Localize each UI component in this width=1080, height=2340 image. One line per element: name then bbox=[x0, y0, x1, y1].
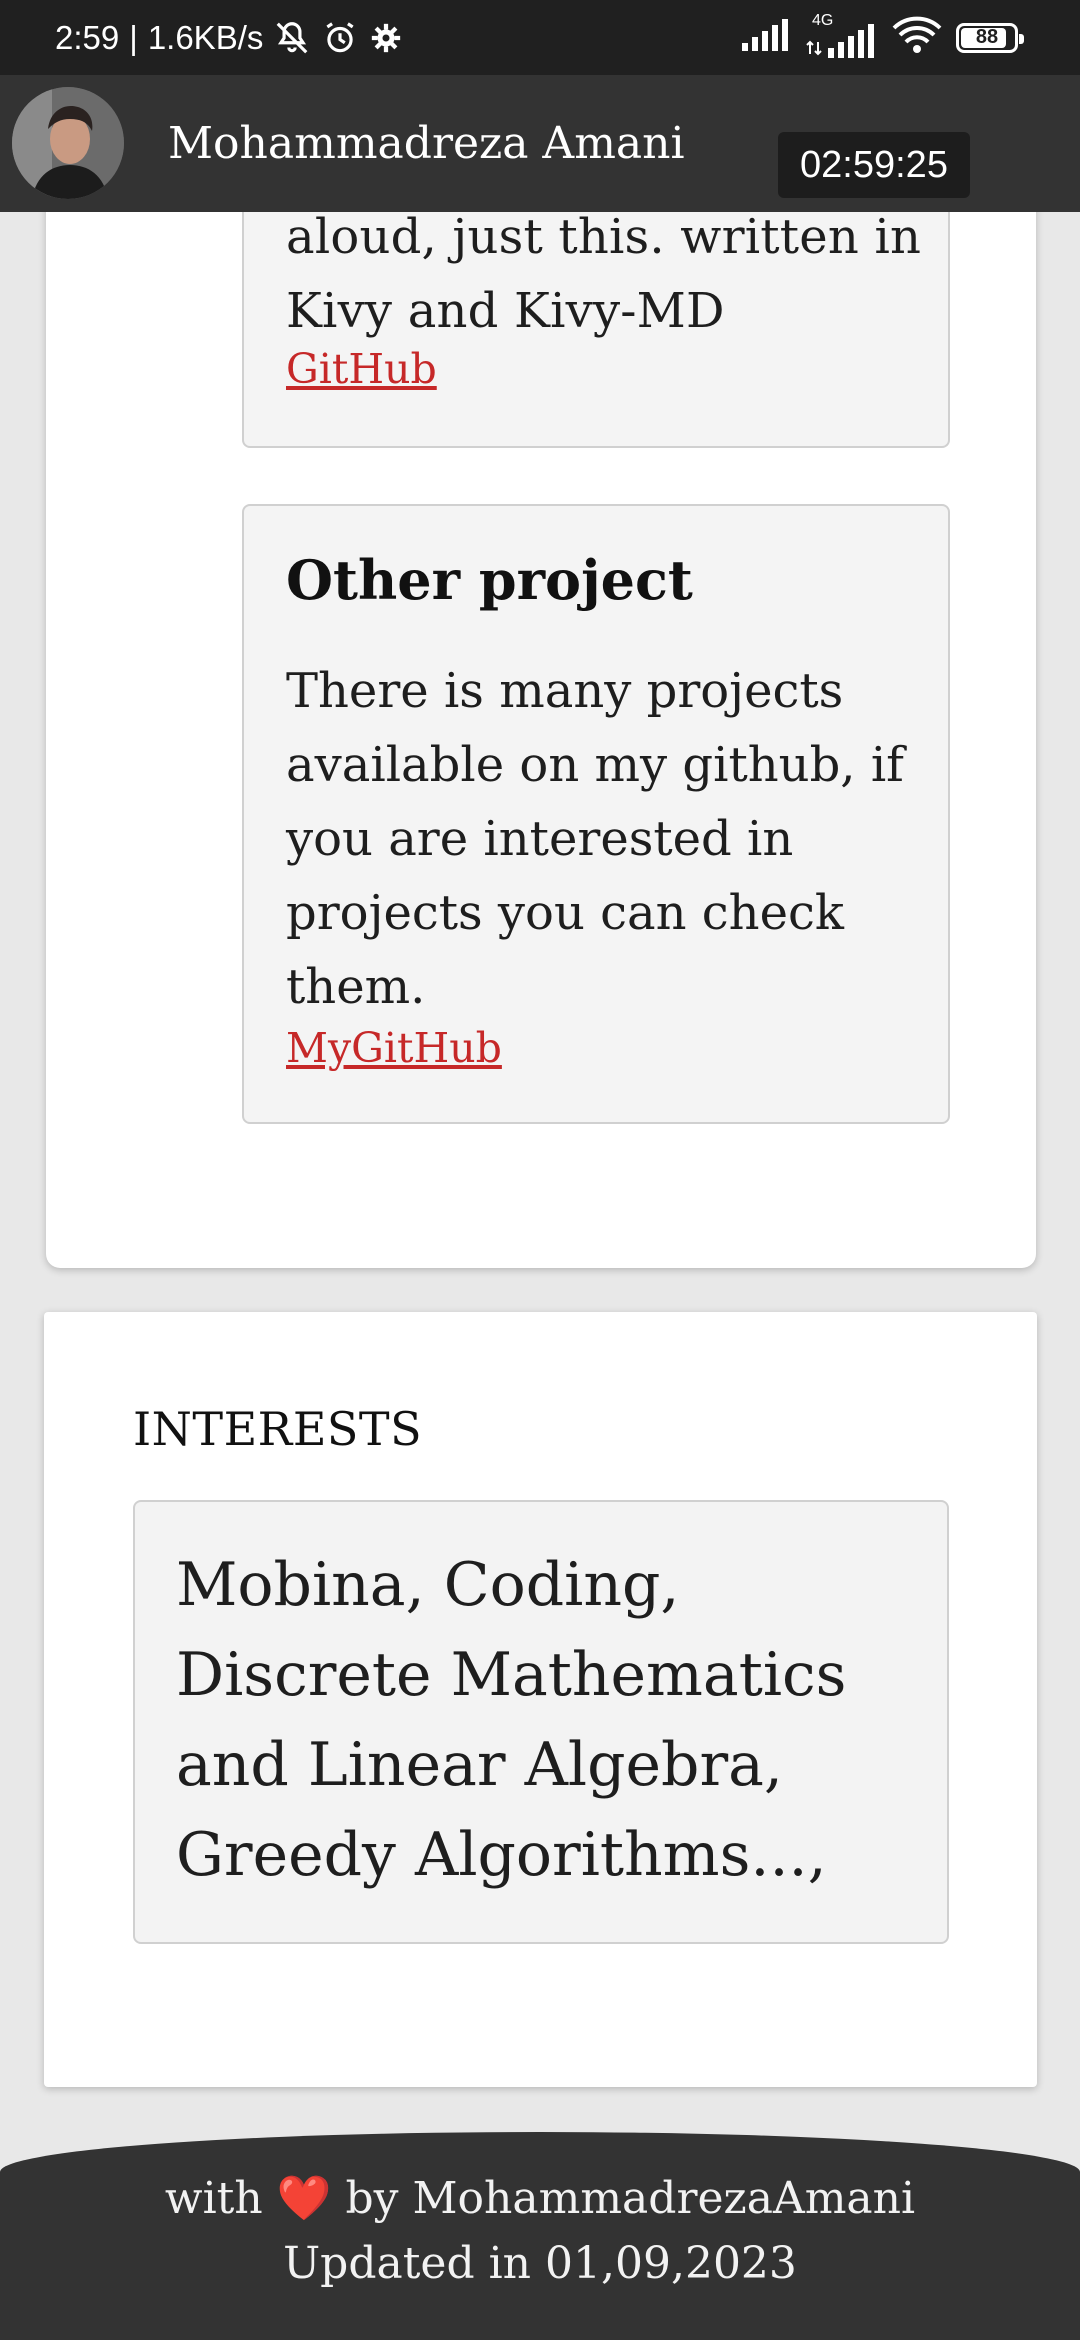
status-bar: 2:59 | 1.6KB/s 4G 88 bbox=[0, 0, 1080, 75]
network-type-label: 4G bbox=[812, 11, 834, 29]
battery-level: 88 bbox=[975, 26, 999, 48]
battery-tip bbox=[1019, 33, 1024, 44]
settings-gear-icon bbox=[369, 21, 403, 55]
clock-display: 02:59:25 bbox=[778, 132, 970, 198]
signal-icon bbox=[742, 19, 792, 56]
status-right: 4G 88 bbox=[742, 0, 1024, 75]
status-separator: | bbox=[129, 18, 138, 56]
page-title: Mohammadreza Amani bbox=[168, 118, 685, 169]
avatar-photo bbox=[12, 87, 124, 199]
app-header: Mohammadreza Amani 02:59:25 bbox=[0, 75, 1080, 212]
project-description-previous: aloud, just this. written in Kivy and Ki… bbox=[286, 200, 946, 348]
status-left: 2:59 | 1.6KB/s bbox=[55, 0, 403, 75]
other-project-title: Other project bbox=[286, 548, 693, 612]
battery-icon: 88 bbox=[956, 22, 1024, 53]
alarm-icon bbox=[321, 19, 359, 57]
status-time: 2:59 bbox=[55, 18, 120, 56]
footer-credit: with ❤️ by MohammadrezaAmani bbox=[0, 2172, 1080, 2224]
interests-text: Mobina, Coding, Discrete Mathematics and… bbox=[176, 1550, 847, 1890]
heart-icon: ❤️ bbox=[276, 2173, 332, 2224]
footer-suffix: by MohammadrezaAmani bbox=[345, 2173, 916, 2224]
github-link[interactable]: GitHub bbox=[286, 345, 437, 393]
footer-prefix: with bbox=[164, 2173, 263, 2224]
bell-off-icon bbox=[273, 19, 311, 57]
avatar[interactable] bbox=[12, 87, 124, 199]
footer bbox=[0, 2132, 1080, 2340]
mygithub-link[interactable]: MyGitHub bbox=[286, 1024, 502, 1072]
project-description-line: Kivy and Kivy-MD bbox=[286, 283, 725, 339]
other-project-description: There is many projects available on my g… bbox=[286, 663, 904, 1015]
signal-4g-icon: 4G bbox=[806, 12, 878, 58]
network-speed: 1.6KB/s bbox=[147, 18, 264, 56]
wifi-icon bbox=[892, 16, 942, 59]
footer-updated: Updated in 01,09,2023 bbox=[283, 2238, 797, 2289]
interests-heading: INTERESTS bbox=[133, 1402, 423, 1456]
